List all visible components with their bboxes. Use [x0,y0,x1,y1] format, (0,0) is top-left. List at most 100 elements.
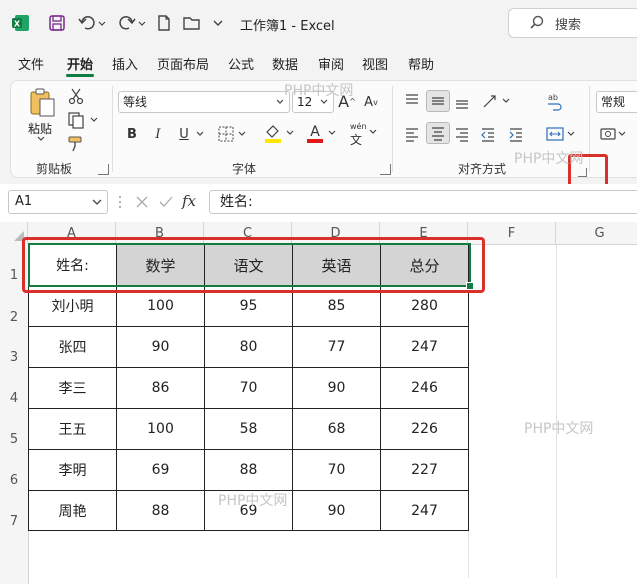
svg-text:A: A [310,124,320,140]
active-tab-indicator [66,74,94,77]
merge-center-icon[interactable] [544,124,578,144]
table-cell[interactable]: 226 [381,409,469,450]
bold-button[interactable]: B [124,124,140,144]
row-header-5[interactable]: 5 [0,432,28,447]
table-cell[interactable]: 李明 [29,450,117,491]
copy-icon[interactable] [66,110,100,130]
search-icon [529,15,545,34]
phonetic-guide-icon[interactable]: wén 文 [346,122,382,147]
table-cell[interactable]: 247 [381,491,469,531]
row-header-2[interactable]: 2 [0,310,28,325]
tab-page-layout[interactable]: 页面布局 [157,54,209,73]
tab-formulas[interactable]: 公式 [228,54,254,73]
row-header-3[interactable]: 3 [0,350,28,365]
tab-home[interactable]: 开始 [67,54,93,73]
row-header-6[interactable]: 6 [0,473,28,488]
table-cell[interactable]: 100 [117,409,205,450]
align-right-icon[interactable] [452,124,472,144]
tab-view[interactable]: 视图 [362,54,388,73]
table-cell[interactable]: 80 [205,327,293,368]
wrap-text-icon[interactable]: ab [544,90,564,112]
orientation-icon[interactable] [480,90,514,112]
tab-review[interactable]: 审阅 [318,54,344,73]
top-align-icon[interactable] [402,90,422,110]
table-cell[interactable]: 王五 [29,409,117,450]
font-launcher-icon[interactable] [380,164,391,175]
underline-button[interactable]: U [176,124,192,144]
table-cell[interactable]: 58 [205,409,293,450]
underline-dropdown-icon[interactable] [194,124,206,144]
row-header-4[interactable]: 4 [0,391,28,406]
tab-file[interactable]: 文件 [18,54,44,73]
bottom-align-icon[interactable] [452,92,472,112]
name-box-value: A1 [15,194,33,209]
customize-toolbar-icon[interactable] [208,12,228,34]
watermark-text: PHP中文网 [524,421,594,437]
cancel-icon[interactable] [134,194,150,213]
svg-text:X: X [14,20,21,29]
tab-insert[interactable]: 插入 [112,54,138,73]
tab-help[interactable]: 帮助 [408,54,434,73]
format-painter-icon[interactable] [66,134,86,154]
number-format-combo[interactable]: 常规 [596,91,637,113]
table-cell[interactable]: 227 [381,450,469,491]
table-cell[interactable]: 70 [293,450,381,491]
enter-icon[interactable] [158,194,174,213]
new-file-icon[interactable] [154,12,174,34]
font-group-label: 字体 [232,162,257,176]
increase-indent-icon[interactable] [506,124,526,144]
name-box-dropdown-icon[interactable] [91,192,103,220]
italic-button[interactable]: I [150,124,166,144]
middle-align-icon[interactable] [426,90,450,112]
watermark-text: PHP中文网 [514,151,584,167]
number-format-value: 常规 [601,95,626,109]
table-cell[interactable]: 68 [293,409,381,450]
column-header-g[interactable]: G [556,222,637,244]
cut-icon[interactable] [66,86,86,106]
save-icon[interactable] [46,12,68,34]
currency-format-icon[interactable] [598,124,628,144]
formula-input[interactable]: 姓名: [209,190,637,214]
header-row-highlight-box [22,237,485,293]
undo-icon[interactable] [76,12,108,34]
alignment-group-label: 对齐方式 [458,162,507,176]
table-cell[interactable]: 246 [381,368,469,409]
borders-icon[interactable] [216,124,250,144]
search-box[interactable]: 搜索 [508,8,637,38]
table-cell[interactable]: 88 [205,450,293,491]
gridline [556,244,557,578]
insert-function-button[interactable]: fx [182,192,196,210]
excel-logo-icon: X [10,12,32,34]
decrease-indent-icon[interactable] [478,124,498,144]
tab-data[interactable]: 数据 [272,54,298,73]
paste-dropdown-icon[interactable] [34,134,48,144]
name-box[interactable]: A1 [8,190,108,214]
table-cell[interactable]: 张四 [29,327,117,368]
table-cell[interactable]: 90 [293,491,381,531]
row-header-7[interactable]: 7 [0,514,28,529]
table-cell[interactable]: 77 [293,327,381,368]
clipboard-launcher-icon[interactable] [98,164,109,175]
table-cell[interactable]: 90 [117,327,205,368]
table-cell[interactable]: 周艳 [29,491,117,531]
table-cell[interactable]: 247 [381,327,469,368]
align-center-icon[interactable] [426,122,450,144]
paste-icon[interactable] [26,86,60,120]
formula-bar-grip[interactable] [118,193,122,211]
window-title: 工作簿1 - Excel [240,19,335,34]
table-cell[interactable]: 88 [117,491,205,531]
table-cell[interactable]: 90 [293,368,381,409]
open-folder-icon[interactable] [182,12,202,34]
decrease-font-size-icon[interactable]: Av [362,92,380,112]
table-cell[interactable]: 86 [117,368,205,409]
clipboard-group-label: 剪贴板 [36,162,73,176]
font-color-icon[interactable]: A [304,122,340,144]
fill-color-icon[interactable] [262,122,298,144]
font-name-combo[interactable]: 等线 [118,91,290,113]
align-left-icon[interactable] [402,124,422,144]
redo-icon[interactable] [116,12,148,34]
table-cell[interactable]: 69 [117,450,205,491]
group-separator [112,86,113,172]
table-cell[interactable]: 李三 [29,368,117,409]
table-cell[interactable]: 70 [205,368,293,409]
